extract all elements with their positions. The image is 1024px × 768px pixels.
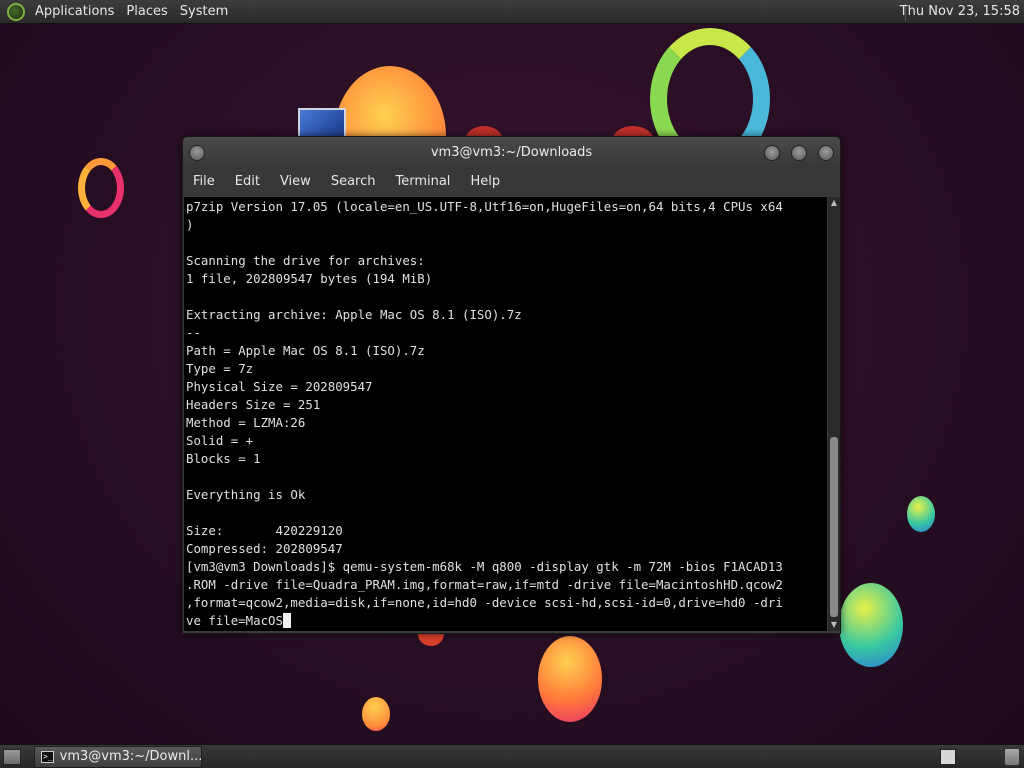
window-titlebar[interactable]: vm3@vm3:~/Downloads xyxy=(183,137,840,169)
terminal-line: Path = Apple Mac OS 8.1 (ISO).7z xyxy=(186,343,425,358)
menu-view[interactable]: View xyxy=(270,169,321,195)
maximize-button[interactable] xyxy=(791,145,807,161)
workspace-switcher-icon[interactable] xyxy=(940,749,956,765)
wallpaper-blob xyxy=(362,697,390,731)
terminal-line: Physical Size = 202809547 xyxy=(186,379,373,394)
menu-file[interactable]: File xyxy=(183,169,225,195)
terminal-line: Headers Size = 251 xyxy=(186,397,321,412)
taskbar-terminal-label: vm3@vm3:~/Downl... xyxy=(59,749,203,764)
terminal-line: Solid = + xyxy=(186,433,254,448)
menu-system[interactable]: System xyxy=(174,0,234,24)
menu-terminal[interactable]: Terminal xyxy=(385,169,460,195)
terminal-line-text: ve file=MacOS xyxy=(186,613,283,628)
terminal-window: vm3@vm3:~/Downloads File Edit View Searc… xyxy=(182,136,841,634)
menu-applications[interactable]: Applications xyxy=(29,0,120,24)
menu-logo-icon[interactable] xyxy=(7,2,25,21)
window-title: vm3@vm3:~/Downloads xyxy=(430,145,593,160)
terminal-line: 1 file, 202809547 bytes (194 MiB) xyxy=(186,271,433,286)
bottom-panel: >_ vm3@vm3:~/Downl... xyxy=(0,744,1024,768)
terminal-line: Method = LZMA:26 xyxy=(186,415,306,430)
terminal-menubar: File Edit View Search Terminal Help xyxy=(183,169,840,195)
terminal-scrollbar[interactable]: ▲ ▼ xyxy=(828,197,840,631)
terminal-prompt-line: ve file=MacOS xyxy=(186,612,827,630)
minimize-button[interactable] xyxy=(764,145,780,161)
show-desktop-icon[interactable] xyxy=(3,749,21,765)
terminal-line: [vm3@vm3 Downloads]$ qemu-system-m68k -M… xyxy=(186,559,783,574)
scrollbar-thumb[interactable] xyxy=(830,437,838,617)
terminal-line: Extracting archive: Apple Mac OS 8.1 (IS… xyxy=(186,307,522,322)
wallpaper-blob xyxy=(538,636,602,722)
menu-edit[interactable]: Edit xyxy=(225,169,270,195)
terminal-line: -- xyxy=(186,325,201,340)
taskbar-terminal-button[interactable]: >_ vm3@vm3:~/Downl... xyxy=(34,746,202,768)
scroll-up-icon[interactable]: ▲ xyxy=(828,197,840,209)
menu-search[interactable]: Search xyxy=(321,169,386,195)
wallpaper-blob xyxy=(839,583,903,667)
top-panel: Applications Places System Thu Nov 23, 1… xyxy=(0,0,1024,24)
panel-clock[interactable]: Thu Nov 23, 15:58 xyxy=(900,0,1020,24)
terminal-line: Compressed: 202809547 xyxy=(186,541,343,556)
desktop-computer-icon[interactable] xyxy=(298,108,346,138)
terminal-icon: >_ xyxy=(41,751,54,763)
terminal-line: Blocks = 1 xyxy=(186,451,261,466)
terminal-line: Size: 420229120 xyxy=(186,523,343,538)
scroll-down-icon[interactable]: ▼ xyxy=(828,619,840,631)
terminal-line: .ROM -drive file=Quadra_PRAM.img,format=… xyxy=(186,577,783,592)
terminal-output[interactable]: p7zip Version 17.05 (locale=en_US.UTF-8,… xyxy=(184,197,827,631)
trash-icon[interactable] xyxy=(1004,748,1020,766)
terminal-line: p7zip Version 17.05 (locale=en_US.UTF-8,… xyxy=(186,199,783,214)
terminal-line: ,format=qcow2,media=disk,if=none,id=hd0 … xyxy=(186,595,783,610)
wallpaper-ring-small xyxy=(78,158,124,218)
terminal-line: Scanning the drive for archives: xyxy=(186,253,425,268)
menu-help[interactable]: Help xyxy=(460,169,510,195)
terminal-line: Everything is Ok xyxy=(186,487,306,502)
wallpaper-blob xyxy=(907,496,935,532)
close-button[interactable] xyxy=(818,145,834,161)
menu-places[interactable]: Places xyxy=(120,0,173,24)
terminal-cursor xyxy=(282,613,291,628)
terminal-line: Type = 7z xyxy=(186,361,254,376)
terminal-line: ) xyxy=(186,217,194,232)
